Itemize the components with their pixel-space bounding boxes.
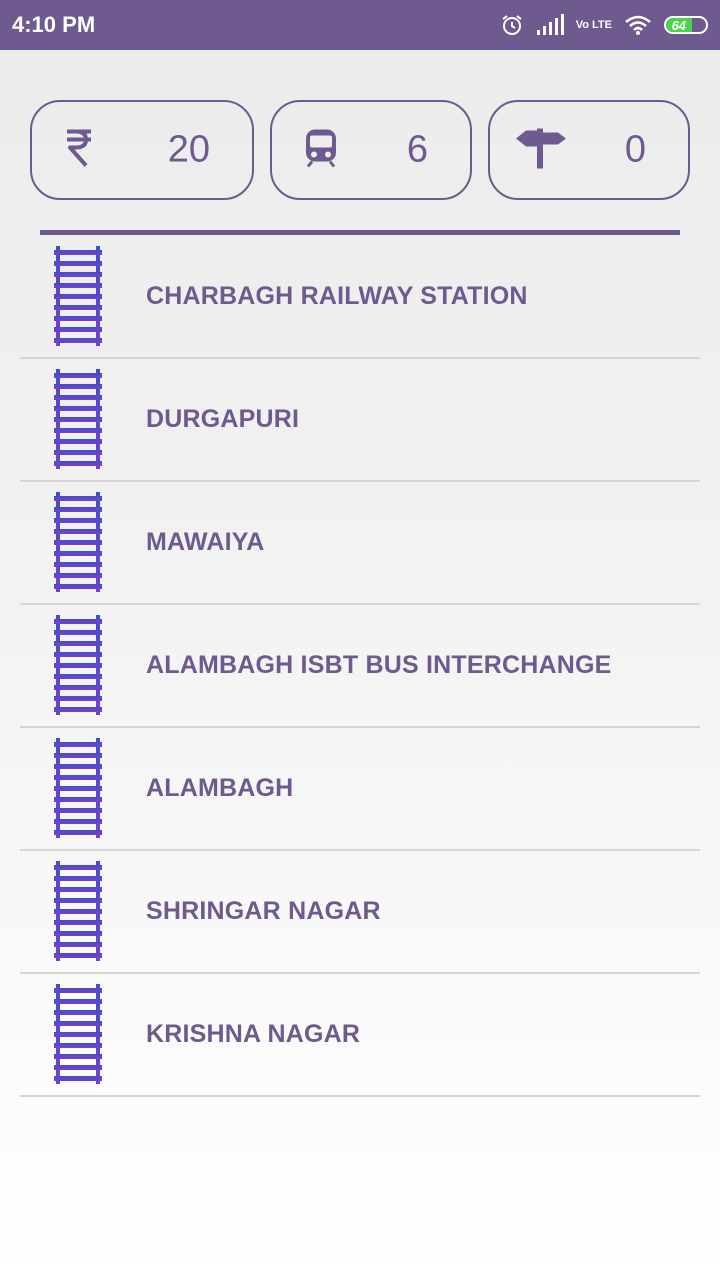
station-name: MAWAIYA <box>146 528 265 556</box>
station-row[interactable]: SHRINGAR NAGAR <box>20 851 700 974</box>
interchange-count-value: 0 <box>624 128 646 171</box>
status-time: 4:10 PM <box>12 12 96 37</box>
station-row[interactable]: ALAMBAGH <box>20 728 700 851</box>
station-name: CHARBAGH RAILWAY STATION <box>146 282 528 310</box>
rupee-icon <box>64 128 94 173</box>
stations-count-card: 6 <box>270 100 472 200</box>
railway-track-icon <box>54 615 102 720</box>
fare-card: 20 <box>30 100 254 200</box>
wifi-icon <box>624 14 652 36</box>
signal-icon <box>536 14 564 36</box>
railway-track-icon <box>54 984 102 1089</box>
battery-level: 64 <box>666 18 692 32</box>
station-row[interactable]: ALAMBAGH ISBT BUS INTERCHANGE <box>20 605 700 728</box>
railway-track-icon <box>54 246 102 351</box>
station-name: ALAMBAGH <box>146 774 294 802</box>
fare-value: 20 <box>167 128 210 171</box>
station-list: CHARBAGH RAILWAY STATION DURGAPURI MAWAI… <box>20 236 700 1097</box>
station-name: ALAMBAGH ISBT BUS INTERCHANGE <box>146 651 612 679</box>
station-name: KRISHNA NAGAR <box>146 1020 361 1048</box>
journey-summary: 20 6 0 <box>0 100 720 200</box>
station-row[interactable]: CHARBAGH RAILWAY STATION <box>20 236 700 359</box>
railway-track-icon <box>54 492 102 597</box>
lte-icon: Vo LTE <box>575 19 612 31</box>
railway-track-icon <box>54 861 102 966</box>
interchange-count-card: 0 <box>488 100 690 200</box>
section-divider <box>40 230 680 235</box>
railway-track-icon <box>54 738 102 843</box>
alarm-icon <box>500 13 524 37</box>
station-row[interactable]: DURGAPURI <box>20 359 700 482</box>
railway-track-icon <box>54 369 102 474</box>
metro-train-icon <box>304 128 338 173</box>
stations-count-value: 6 <box>406 128 428 171</box>
status-bar: 4:10 PM Vo LTE 64 <box>0 0 720 50</box>
station-row[interactable]: MAWAIYA <box>20 482 700 605</box>
battery-icon: 64 <box>664 16 708 34</box>
station-name: DURGAPURI <box>146 405 300 433</box>
station-name: SHRINGAR NAGAR <box>146 897 381 925</box>
station-row[interactable]: KRISHNA NAGAR <box>20 974 700 1097</box>
signpost-icon <box>516 127 566 174</box>
status-icons: Vo LTE 64 <box>500 13 708 37</box>
